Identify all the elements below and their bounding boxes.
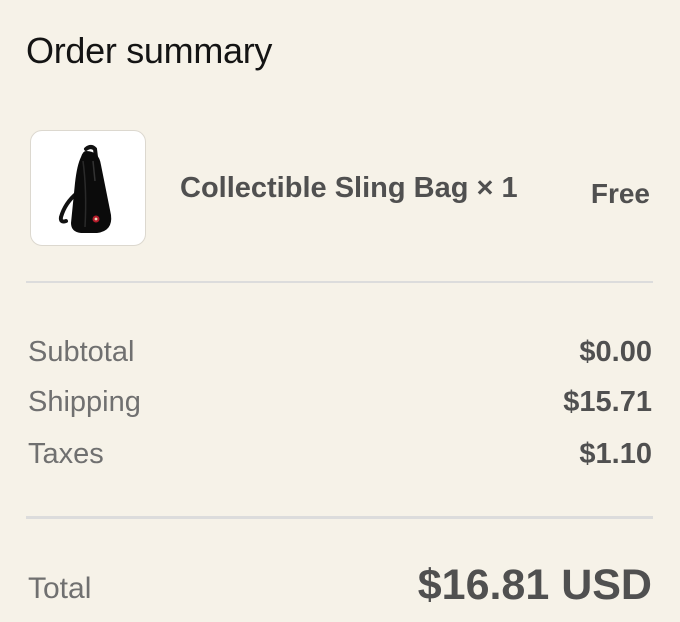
product-thumbnail <box>30 130 146 246</box>
divider <box>26 516 653 519</box>
total-label: Total <box>28 572 92 605</box>
total-value: $16.81 USD <box>417 561 652 609</box>
taxes-value: $1.10 <box>579 438 652 470</box>
subtotal-value: $0.00 <box>579 336 652 368</box>
order-summary-title: Order summary <box>26 30 273 71</box>
divider <box>26 281 653 283</box>
order-summary-panel: Order summary Collectible Sling Bag × 1 … <box>0 0 680 622</box>
shipping-value: $15.71 <box>563 386 652 418</box>
product-name: Collectible Sling Bag × 1 <box>180 172 518 204</box>
product-price: Free <box>590 178 650 209</box>
shipping-label: Shipping <box>28 386 141 418</box>
taxes-label: Taxes <box>28 438 104 470</box>
sling-bag-icon <box>58 145 112 233</box>
subtotal-label: Subtotal <box>28 336 135 368</box>
